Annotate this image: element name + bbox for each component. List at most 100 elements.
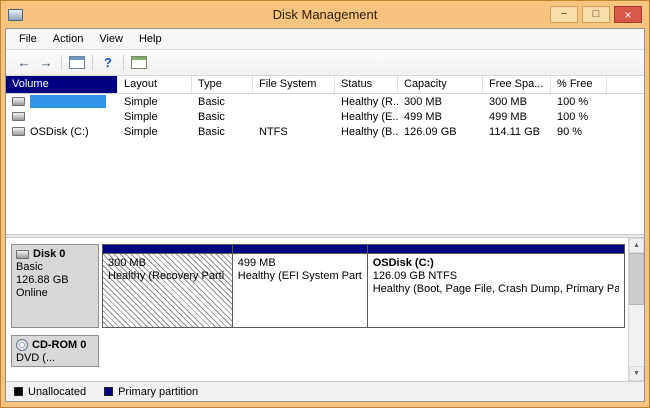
- column-header-capacity[interactable]: Capacity: [398, 76, 483, 93]
- cell-layout: Simple: [118, 126, 192, 138]
- cell-layout: Simple: [118, 111, 192, 123]
- partition-name: OSDisk (C:): [373, 257, 619, 269]
- action-pane-icon[interactable]: [128, 53, 150, 73]
- back-icon[interactable]: ←: [13, 53, 35, 73]
- selected-volume-name: [30, 95, 106, 108]
- legend-primary-partition-label: Primary partition: [118, 386, 198, 398]
- cell-type: Basic: [192, 96, 253, 108]
- partition-size: 300 MB: [108, 257, 227, 269]
- caption-buttons: − □ ×: [550, 6, 642, 23]
- column-header-status[interactable]: Status: [335, 76, 398, 93]
- column-header-type[interactable]: Type: [192, 76, 253, 93]
- vertical-scrollbar[interactable]: ▲ ▼: [628, 238, 644, 381]
- partition-legend: Unallocated Primary partition: [6, 381, 644, 401]
- cell-free-space: 300 MB: [483, 96, 551, 108]
- partition-color-strip: [103, 245, 232, 254]
- volume-name: OSDisk (C:): [30, 126, 89, 138]
- titlebar: Disk Management − □ ×: [1, 1, 649, 28]
- partition-color-strip: [368, 245, 624, 254]
- partition-osdisk-c[interactable]: OSDisk (C:) 126.09 GB NTFS Healthy (Boot…: [367, 244, 625, 328]
- disk0-row: Disk 0 Basic 126.88 GB Online 300 MB Hea…: [11, 244, 625, 328]
- window-body: File Action View Help ← → ? Volume Layou…: [5, 28, 645, 402]
- disk0-size: 126.88 GB: [16, 274, 94, 286]
- partition-status: Healthy (EFI System Partit: [238, 270, 362, 282]
- console-window-icon: [69, 56, 85, 69]
- scrollbar-track[interactable]: [629, 253, 644, 366]
- cell-status: Healthy (E...: [335, 111, 398, 123]
- column-header-filler: [607, 76, 644, 93]
- scroll-up-icon[interactable]: ▲: [629, 238, 644, 253]
- partition-status: Healthy (Boot, Page File, Crash Dump, Pr…: [373, 283, 619, 295]
- column-header-pct-free[interactable]: % Free: [551, 76, 607, 93]
- toolbar-separator: [61, 55, 62, 70]
- volume-icon: [12, 112, 25, 121]
- column-header-free-space[interactable]: Free Spa...: [483, 76, 551, 93]
- column-header-file-system[interactable]: File System: [253, 76, 335, 93]
- toolbar: ← → ?: [6, 50, 644, 76]
- volume-icon: [12, 97, 25, 106]
- cell-type: Basic: [192, 111, 253, 123]
- maximize-button[interactable]: □: [582, 6, 610, 23]
- cell-free-space: 114.11 GB: [483, 126, 551, 138]
- disk-management-app-icon[interactable]: [8, 9, 23, 21]
- cdrom0-label[interactable]: CD-ROM 0 DVD (...: [11, 335, 99, 367]
- toolbar-separator: [92, 55, 93, 70]
- menubar: File Action View Help: [6, 29, 644, 50]
- close-button[interactable]: ×: [614, 6, 642, 23]
- scroll-down-icon[interactable]: ▼: [629, 366, 644, 381]
- volume-list-pane: Volume Layout Type File System Status Ca…: [6, 76, 644, 234]
- column-header-volume[interactable]: Volume: [6, 76, 118, 93]
- partition-body: OSDisk (C:) 126.09 GB NTFS Healthy (Boot…: [368, 254, 624, 327]
- cell-capacity: 126.09 GB: [398, 126, 483, 138]
- partition-body: 300 MB Healthy (Recovery Parti: [103, 254, 232, 327]
- hard-disk-icon: [16, 250, 29, 259]
- disk-list: Disk 0 Basic 126.88 GB Online 300 MB Hea…: [6, 238, 628, 381]
- disk0-status: Online: [16, 287, 94, 299]
- menu-file[interactable]: File: [11, 30, 45, 48]
- volume-list-header: Volume Layout Type File System Status Ca…: [6, 76, 644, 94]
- cell-pct-free: 100 %: [551, 111, 607, 123]
- partition-recovery[interactable]: 300 MB Healthy (Recovery Parti: [102, 244, 233, 328]
- cdrom0-name: CD-ROM 0: [32, 339, 86, 351]
- cell-capacity: 499 MB: [398, 111, 483, 123]
- cell-pct-free: 90 %: [551, 126, 607, 138]
- cell-capacity: 300 MB: [398, 96, 483, 108]
- graphical-view-pane: Disk 0 Basic 126.88 GB Online 300 MB Hea…: [6, 238, 644, 381]
- cell-free-space: 499 MB: [483, 111, 551, 123]
- partition-color-strip: [233, 245, 367, 254]
- partition-status: Healthy (Recovery Parti: [108, 270, 227, 282]
- help-icon[interactable]: ?: [97, 53, 119, 73]
- disk0-name: Disk 0: [33, 248, 65, 260]
- cell-pct-free: 100 %: [551, 96, 607, 108]
- cell-type: Basic: [192, 126, 253, 138]
- disk0-partitions: 300 MB Healthy (Recovery Parti 499 MB He…: [102, 244, 625, 328]
- partition-efi-system[interactable]: 499 MB Healthy (EFI System Partit: [232, 244, 368, 328]
- cell-status: Healthy (R...: [335, 96, 398, 108]
- table-row-osdisk-volume[interactable]: OSDisk (C:) Simple Basic NTFS Healthy (B…: [6, 124, 644, 139]
- unallocated-swatch: [14, 387, 23, 396]
- toolbar-separator: [123, 55, 124, 70]
- cd-rom-icon: [16, 339, 28, 351]
- disk0-label[interactable]: Disk 0 Basic 126.88 GB Online: [11, 244, 99, 328]
- minimize-button[interactable]: −: [550, 6, 578, 23]
- legend-primary-partition: Primary partition: [104, 386, 198, 398]
- legend-unallocated-label: Unallocated: [28, 386, 86, 398]
- disk-management-window: Disk Management − □ × File Action View H…: [0, 0, 650, 408]
- primary-partition-swatch: [104, 387, 113, 396]
- cell-file-system: NTFS: [253, 126, 335, 138]
- legend-unallocated: Unallocated: [14, 386, 86, 398]
- table-row-recovery-volume[interactable]: Simple Basic Healthy (R... 300 MB 300 MB…: [6, 94, 644, 109]
- column-header-layout[interactable]: Layout: [118, 76, 192, 93]
- menu-view[interactable]: View: [91, 30, 131, 48]
- partition-body: 499 MB Healthy (EFI System Partit: [233, 254, 367, 327]
- menu-action[interactable]: Action: [45, 30, 92, 48]
- show-console-tree-icon[interactable]: [66, 53, 88, 73]
- cdrom0-row: CD-ROM 0 DVD (...: [11, 335, 625, 367]
- action-pane-glyph: [131, 56, 147, 69]
- partition-size: 126.09 GB NTFS: [373, 270, 619, 282]
- forward-icon[interactable]: →: [35, 53, 57, 73]
- table-row-efi-volume[interactable]: Simple Basic Healthy (E... 499 MB 499 MB…: [6, 109, 644, 124]
- menu-help[interactable]: Help: [131, 30, 170, 48]
- cell-status: Healthy (B...: [335, 126, 398, 138]
- scrollbar-thumb[interactable]: [629, 253, 644, 305]
